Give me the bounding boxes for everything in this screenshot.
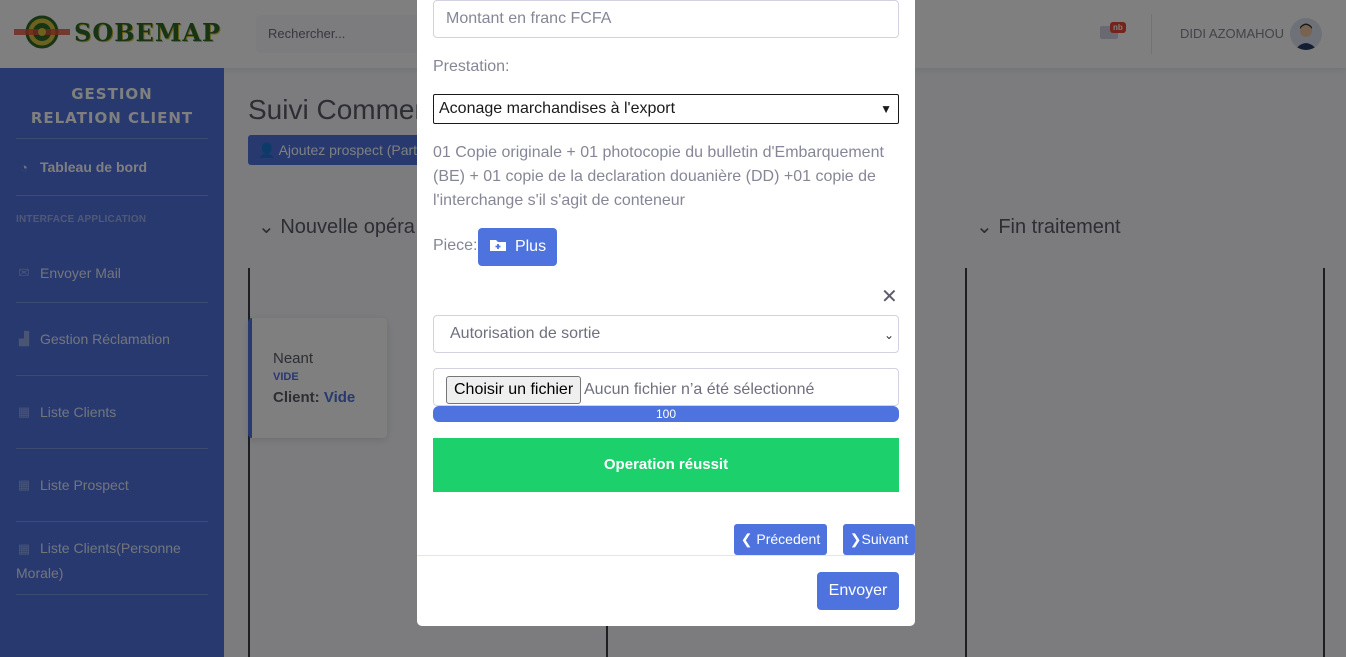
folder-plus-icon (489, 238, 507, 257)
success-alert: Operation réussit (433, 438, 899, 492)
prestation-label: Prestation: (433, 58, 510, 75)
add-piece-label: Plus (514, 238, 547, 255)
chevron-down-icon: ⌄ (883, 328, 894, 342)
next-button[interactable]: ❯Suivant (843, 524, 915, 555)
file-status: Aucun fichier n’a été sélectionné (584, 381, 815, 398)
previous-button[interactable]: ❮ Précedent (734, 524, 827, 555)
modal-footer-divider (417, 555, 915, 556)
close-icon[interactable]: ✕ (881, 284, 898, 309)
piece-label: Piece: (433, 237, 478, 254)
upload-progress-bar: 100 (433, 406, 899, 422)
add-piece-button[interactable]: Plus (478, 228, 557, 266)
file-input: Choisir un fichier Aucun fichier n’a été… (433, 368, 899, 406)
document-type-value: Autorisation de sortie (450, 325, 601, 342)
previous-label: Précedent (756, 531, 821, 547)
choose-file-button[interactable]: Choisir un fichier (446, 376, 582, 404)
chevron-left-icon: ❮ (740, 531, 753, 547)
amount-input[interactable]: Montant en franc FCFA (433, 0, 899, 38)
chevron-down-icon: ▼ (880, 102, 892, 116)
send-button[interactable]: Envoyer (817, 572, 899, 610)
prestation-selected-value: Aconage marchandises à l'export (439, 100, 676, 117)
document-type-select[interactable]: Autorisation de sortie ⌄ (433, 315, 899, 353)
modal-dialog: Montant en franc FCFA Prestation: Aconag… (417, 0, 915, 626)
next-label: Suivant (861, 531, 909, 547)
chevron-right-icon: ❯ (849, 531, 862, 547)
prestation-description: 01 Copie originale + 01 photocopie du bu… (433, 144, 884, 209)
prestation-select[interactable]: Aconage marchandises à l'export ▼ (433, 94, 899, 124)
